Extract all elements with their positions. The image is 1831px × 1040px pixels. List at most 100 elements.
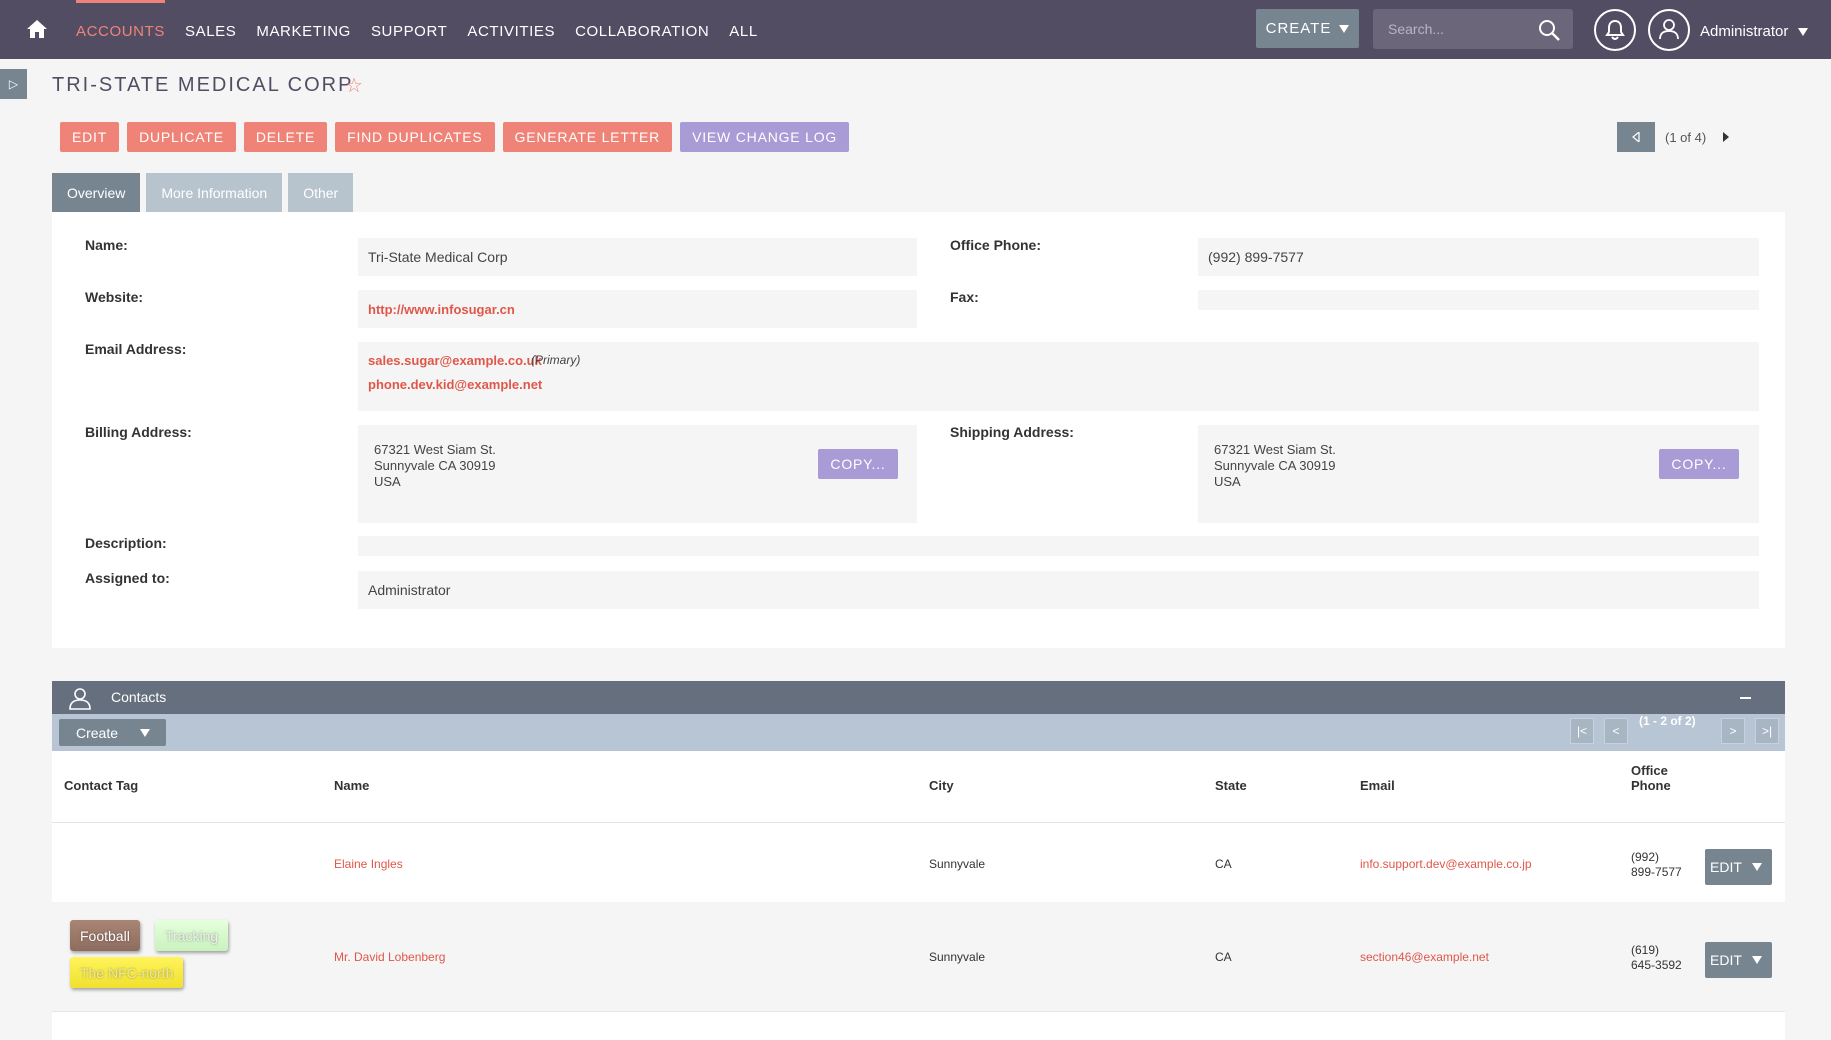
tab-overview[interactable]: Overview [52, 173, 141, 212]
contacts-subpanel-title: Contacts [111, 689, 167, 705]
contact-phone-area: (992) [1631, 850, 1660, 864]
contacts-toolbar: Create |< < (1 - 2 of 2) > >| [52, 714, 1785, 751]
next-page-button[interactable]: > [1721, 718, 1745, 744]
delete-button[interactable]: DELETE [243, 122, 328, 152]
contact-email-link[interactable]: section46@example.net [1360, 950, 1489, 964]
notifications-button[interactable] [1594, 9, 1636, 51]
record-position: (1 of 4) [1665, 129, 1707, 145]
contact-name-link[interactable]: Elaine Ingles [334, 857, 403, 871]
nav-collaboration[interactable]: COLLABORATION [575, 0, 709, 59]
tab-more-information[interactable]: More Information [146, 173, 283, 212]
column-header-city[interactable]: City [929, 778, 954, 793]
row-edit-button[interactable]: EDIT [1705, 942, 1772, 978]
column-header-office[interactable]: Office [1631, 763, 1668, 778]
home-icon[interactable] [25, 17, 49, 41]
user-avatar-button[interactable] [1648, 9, 1690, 51]
office-phone-label: Office Phone: [950, 237, 1042, 253]
caret-down-icon[interactable] [1751, 863, 1762, 871]
previous-page-button[interactable]: < [1604, 718, 1628, 744]
table-row: Football Tracking The NFC-north Mr. Davi… [52, 902, 1785, 1012]
office-phone-value[interactable]: (992) 899-7577 [1208, 249, 1304, 265]
user-menu-name[interactable]: Administrator [1700, 0, 1788, 63]
last-page-button[interactable]: >| [1755, 718, 1779, 744]
collapse-minus-icon[interactable] [1740, 697, 1751, 699]
generate-letter-button[interactable]: GENERATE LETTER [502, 122, 673, 152]
row-edit-label: EDIT [1710, 952, 1742, 968]
contact-tag[interactable]: The NFC-north [70, 957, 184, 988]
copy-shipping-address-button[interactable]: COPY... [1659, 449, 1739, 479]
contact-tag[interactable]: Tracking [155, 920, 229, 951]
column-header-contact-tag[interactable]: Contact Tag [64, 778, 138, 793]
search-icon[interactable] [1537, 18, 1561, 42]
contact-email-link[interactable]: info.support.dev@example.co.jp [1360, 857, 1532, 871]
primary-email-link[interactable]: sales.sugar@example.co.uk [368, 353, 542, 368]
billing-address-value: 67321 West Siam St. Sunnyvale CA 30919 U… [374, 442, 496, 490]
caret-down-icon [1339, 24, 1350, 33]
assigned-to-value: Administrator [368, 582, 451, 598]
contact-tag[interactable]: Football [70, 920, 140, 951]
row-edit-button[interactable]: EDIT [1705, 849, 1772, 885]
name-value: Tri-State Medical Corp [368, 249, 508, 265]
find-duplicates-button[interactable]: FIND DUPLICATES [335, 122, 495, 152]
description-field [358, 536, 1759, 556]
view-change-log-button[interactable]: VIEW CHANGE LOG [680, 122, 850, 152]
nav-accounts[interactable]: ACCOUNTS [76, 0, 165, 59]
website-link[interactable]: http://www.infosugar.cn [368, 302, 515, 317]
column-header-phone[interactable]: Phone [1631, 778, 1671, 793]
play-arrow-icon: ▷ [8, 77, 19, 91]
create-menu-label: CREATE [1265, 20, 1332, 37]
contact-phone-number: 899-7577 [1631, 865, 1682, 879]
shipping-street: 67321 West Siam St. [1214, 442, 1336, 457]
nav-support[interactable]: SUPPORT [371, 0, 447, 59]
contacts-create-label: Create [76, 724, 119, 741]
shipping-address-value: 67321 West Siam St. Sunnyvale CA 30919 U… [1214, 442, 1336, 490]
secondary-email-link[interactable]: phone.dev.kid@example.net [368, 377, 542, 392]
fax-label: Fax: [950, 289, 979, 305]
next-record-button[interactable] [1716, 122, 1736, 152]
column-header-email[interactable]: Email [1360, 778, 1395, 793]
module-menu: ACCOUNTS SALES MARKETING SUPPORT ACTIVIT… [76, 0, 778, 59]
contacts-user-icon [69, 688, 91, 710]
tab-other[interactable]: Other [288, 173, 354, 212]
caret-down-icon[interactable] [1751, 956, 1762, 964]
first-page-button[interactable]: |< [1570, 718, 1594, 744]
search-input[interactable] [1373, 9, 1533, 49]
website-label: Website: [85, 289, 144, 305]
contact-name-link[interactable]: Mr. David Lobenberg [334, 950, 445, 964]
assigned-to-label: Assigned to: [85, 570, 170, 586]
user-menu-caret-icon[interactable] [1798, 28, 1808, 36]
contact-state: CA [1215, 857, 1232, 871]
office-phone-field: (992) 899-7577 [1198, 238, 1759, 276]
name-label: Name: [85, 237, 128, 253]
nav-sales[interactable]: SALES [185, 0, 236, 59]
previous-record-button[interactable] [1617, 122, 1655, 152]
page-title: TRI-STATE MEDICAL CORP [52, 74, 354, 96]
bell-icon [1605, 19, 1625, 40]
column-header-name[interactable]: Name [334, 778, 369, 793]
create-menu-button[interactable]: CREATE [1256, 9, 1359, 48]
column-header-state[interactable]: State [1215, 778, 1247, 793]
contact-state: CA [1215, 950, 1232, 964]
contacts-table: Contact Tag Name City State Email Office… [52, 751, 1785, 1040]
favorite-star-icon[interactable]: ☆ [345, 73, 363, 98]
billing-street: 67321 West Siam St. [374, 442, 496, 457]
user-icon [1659, 19, 1679, 40]
billing-country: USA [374, 474, 401, 489]
triangle-left-icon [1632, 132, 1640, 142]
overview-panel: Name: Tri-State Medical Corp Office Phon… [52, 212, 1785, 648]
row-edit-label: EDIT [1710, 859, 1742, 875]
nav-activities[interactable]: ACTIVITIES [467, 0, 555, 59]
table-row: Elaine Ingles Sunnyvale CA info.support.… [52, 822, 1785, 902]
duplicate-button[interactable]: DUPLICATE [127, 122, 236, 152]
copy-billing-address-button[interactable]: COPY... [818, 449, 898, 479]
contacts-page-count: (1 - 2 of 2) [1639, 714, 1696, 728]
nav-all[interactable]: ALL [729, 0, 758, 59]
nav-marketing[interactable]: MARKETING [256, 0, 351, 59]
sidebar-toggle-button[interactable]: ▷ [0, 69, 27, 99]
contact-phone-number: 645-3592 [1631, 958, 1682, 972]
fax-field [1198, 290, 1759, 310]
edit-button[interactable]: EDIT [60, 122, 120, 152]
record-pager: (1 of 4) [1617, 122, 1736, 152]
contacts-create-button[interactable]: Create [59, 719, 166, 746]
contacts-subpanel-header[interactable]: Contacts [52, 681, 1785, 714]
